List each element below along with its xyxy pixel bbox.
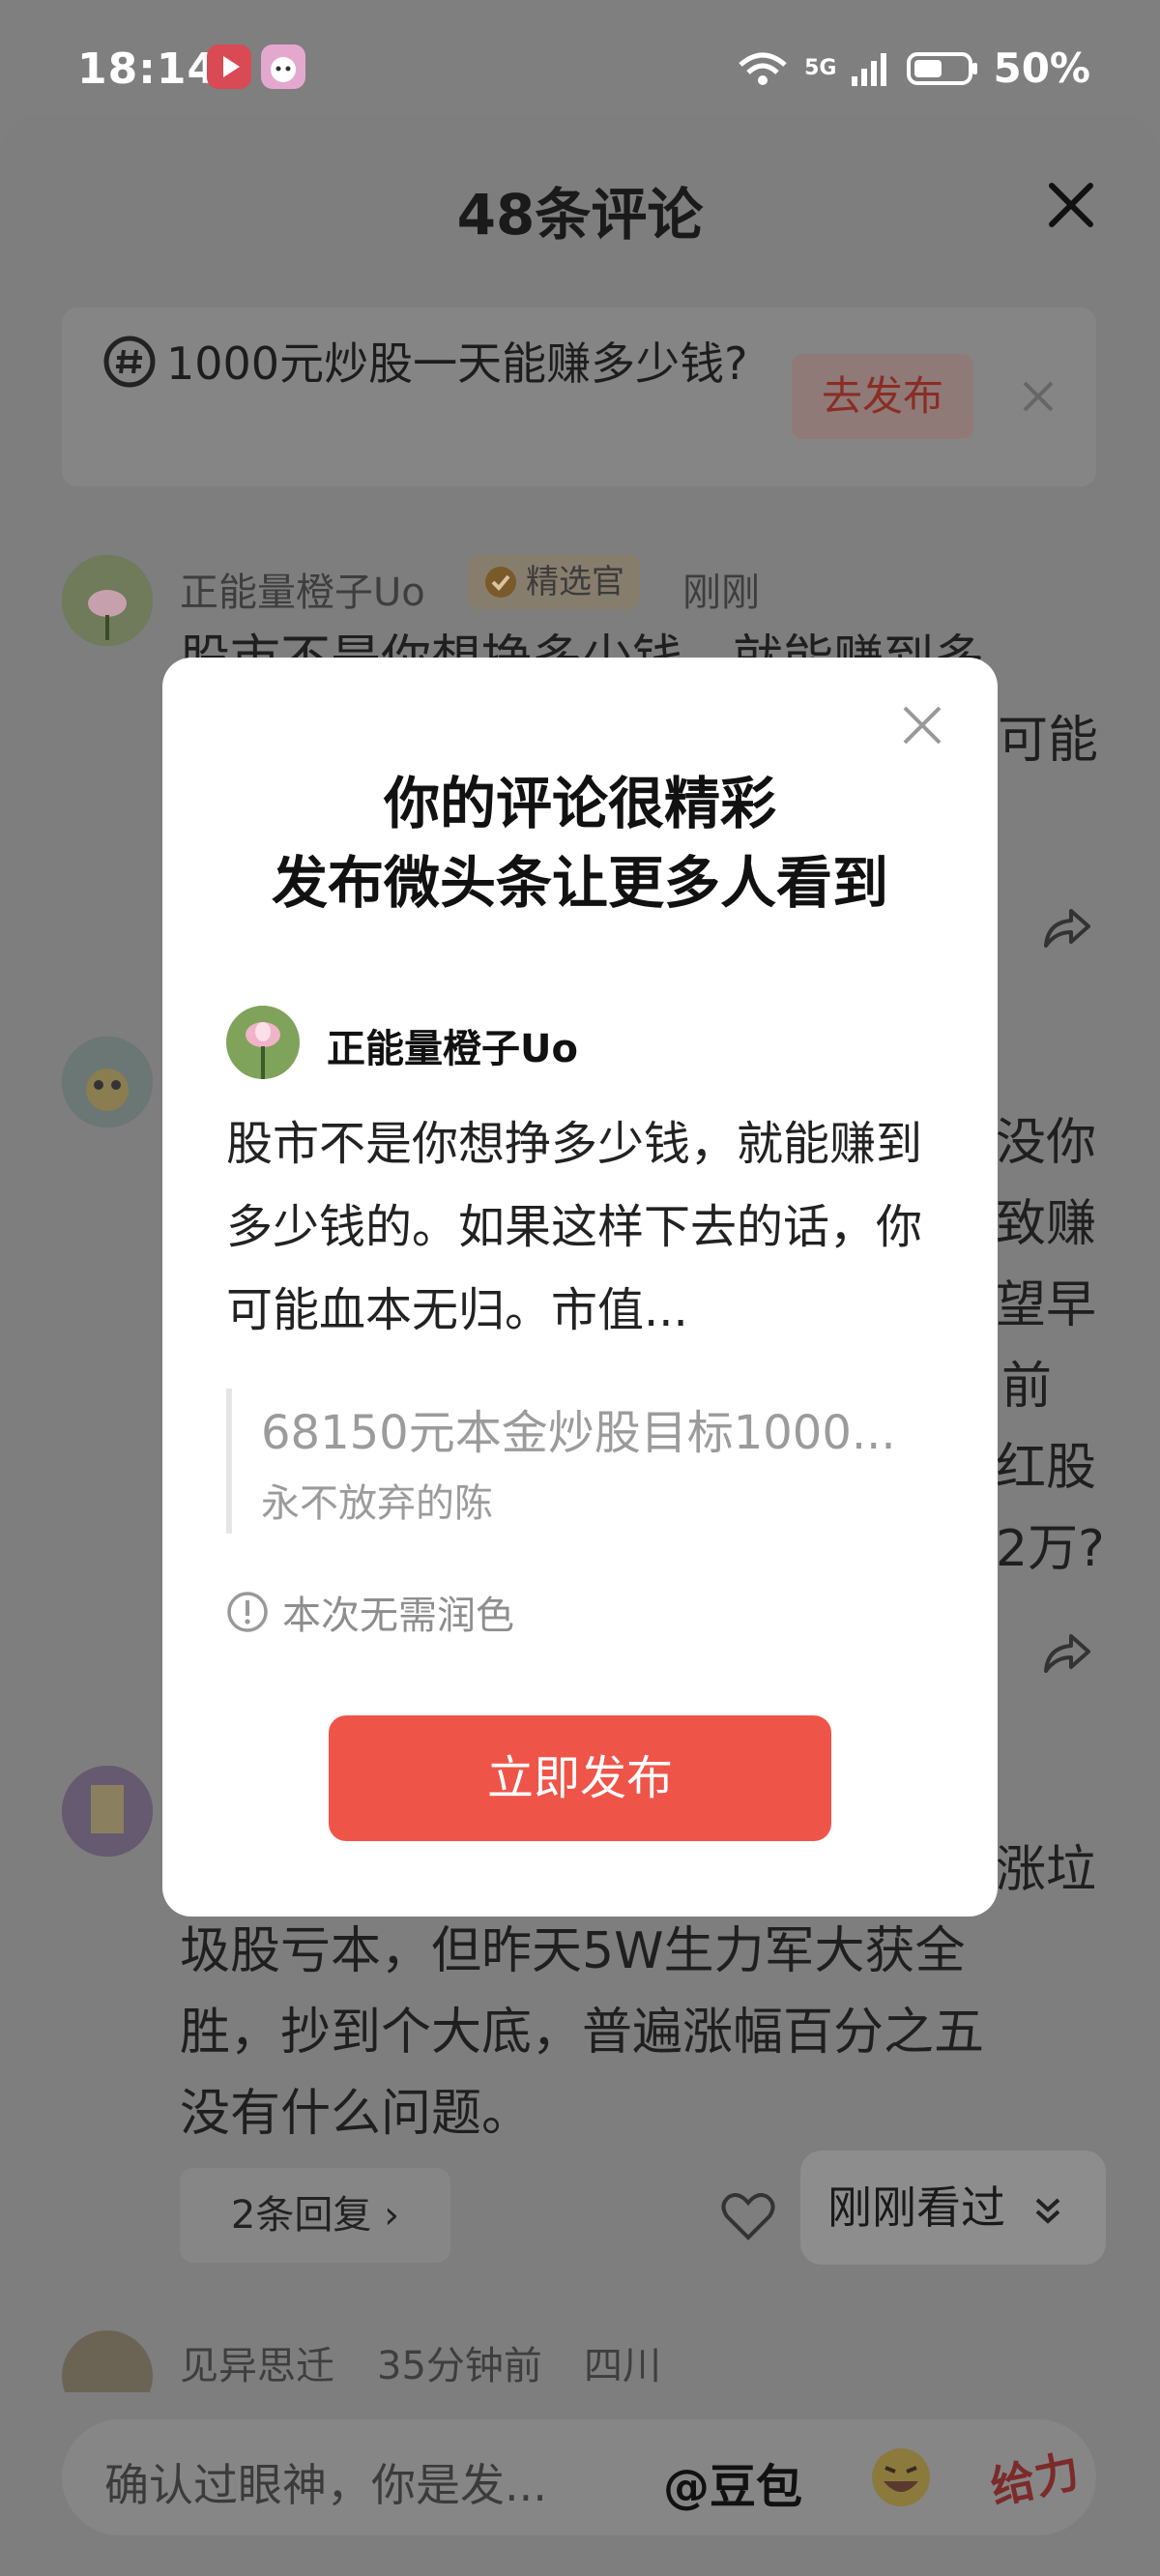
- comment-text: 圾股亏本，但昨天5W生力军大获全: [180, 1922, 966, 1980]
- dialog-close-button[interactable]: [899, 702, 945, 748]
- laughing-emoji-icon: [872, 2448, 930, 2506]
- comment-time: 35分钟前: [377, 2344, 542, 2388]
- check-shield-icon: [485, 567, 516, 598]
- status-indicators: 5G 50%: [735, 44, 1090, 92]
- close-icon: [903, 706, 942, 745]
- comment-text-tail: 涨垃: [996, 1841, 1097, 1899]
- comment-text: 胜，抄到个大底，普遍涨幅百分之五: [180, 2004, 985, 2062]
- dialog-title-line2: 发布微头条让更多人看到: [271, 850, 888, 916]
- share-button[interactable]: [1040, 1625, 1094, 1683]
- close-sheet-button[interactable]: [1040, 174, 1102, 236]
- sheet-title: 48条评论: [456, 182, 704, 248]
- close-icon: [1023, 381, 1054, 412]
- close-icon: [1049, 183, 1093, 227]
- status-bar: 18:14 5G 50%: [0, 0, 1160, 135]
- dialog-username: 正能量橙子Uo: [327, 1027, 578, 1071]
- avatar: [226, 1006, 300, 1079]
- share-icon: [1044, 909, 1090, 948]
- comment-text-tail: 可能: [998, 712, 1099, 770]
- comment-author[interactable]: 正能量橙子Uo: [180, 561, 425, 617]
- comment-text-tail: 2万?: [996, 1520, 1105, 1578]
- lotus-avatar-icon: [226, 1006, 300, 1079]
- avatar[interactable]: [62, 1766, 153, 1857]
- share-icon: [1044, 1634, 1090, 1673]
- battery-level: 50%: [993, 44, 1090, 92]
- dialog-title-line1: 你的评论很精彩: [383, 771, 776, 836]
- dialog-comment-text: 股市不是你想挣多少钱，就能赚到多少钱的。如果这样下去的话，你可能血本无归。市值.…: [226, 1117, 923, 1337]
- recently-viewed-button[interactable]: 刚刚看过: [800, 2151, 1106, 2265]
- comment-text-tail: 致赚: [996, 1195, 1097, 1253]
- heart-icon: [721, 2193, 775, 2240]
- monster-avatar-icon: [62, 1037, 153, 1127]
- video-app-icon: [207, 44, 251, 89]
- publish-now-button[interactable]: 立即发布: [329, 1715, 831, 1841]
- mention-doubao-button[interactable]: @豆包: [663, 2448, 802, 2516]
- comment-input-placeholder: 确认过眼神，你是发...: [104, 2459, 547, 2511]
- give-strength-button[interactable]: 给力: [984, 2436, 1085, 2517]
- share-button[interactable]: [1040, 899, 1094, 957]
- comment-text: 没有什么问题。: [180, 2085, 533, 2143]
- quoted-article-author: 永不放弃的陈: [261, 1481, 493, 1526]
- avatar[interactable]: [62, 1037, 153, 1127]
- comment-location: 四川: [584, 2344, 661, 2388]
- topic-text: 1000元炒股一天能赚多少钱?: [102, 331, 779, 396]
- double-chevron-down-icon: [1035, 2198, 1059, 2224]
- signal-icon: [852, 52, 887, 86]
- polish-notice-text: 本次无需润色: [282, 1594, 514, 1638]
- hashtag-icon: [103, 336, 156, 388]
- comment-input[interactable]: 确认过眼神，你是发... @豆包 给力: [62, 2419, 1096, 2535]
- comment-text-tail: 前: [1001, 1358, 1053, 1416]
- view-replies-button[interactable]: 2条回复 ›: [180, 2168, 450, 2263]
- battery-icon: [907, 51, 978, 85]
- comment-text-tail: 望早: [996, 1276, 1097, 1334]
- info-icon: [227, 1592, 268, 1632]
- character-avatar-icon: [62, 1766, 153, 1857]
- comment-text-tail: 红股: [996, 1439, 1097, 1497]
- topic-close-button[interactable]: [1019, 377, 1058, 416]
- emoji-button[interactable]: [866, 2443, 936, 2516]
- avatar[interactable]: [62, 555, 153, 646]
- publish-dialog: 你的评论很精彩 发布微头条让更多人看到 正能量橙子Uo 股市不是你想挣多少钱，就…: [162, 658, 998, 1917]
- quoted-article-title: 68150元本金炒股目标1000...: [261, 1406, 896, 1460]
- selected-badge: 精选官: [468, 555, 640, 609]
- topic-card[interactable]: 1000元炒股一天能赚多少钱? 去发布: [62, 307, 1096, 486]
- topic-label: 1000元炒股一天能赚多少钱?: [166, 337, 748, 390]
- comment-time: 刚刚: [682, 571, 760, 615]
- polish-notice: 本次无需润色: [226, 1584, 514, 1640]
- doubao-app-icon: [261, 44, 305, 89]
- comment-author[interactable]: 见异思迁: [180, 2334, 334, 2390]
- topic-publish-button[interactable]: 去发布: [792, 354, 973, 439]
- quoted-article: 68150元本金炒股目标1000... 永不放弃的陈: [226, 1389, 938, 1534]
- badge-label: 精选官: [526, 563, 624, 601]
- dialog-title: 你的评论很精彩 发布微头条让更多人看到: [162, 764, 998, 922]
- network-label: 5G: [804, 56, 837, 80]
- status-time: 18:14: [77, 44, 218, 94]
- like-button[interactable]: [719, 2189, 777, 2247]
- comment-text-tail: 没你: [996, 1114, 1097, 1172]
- lotus-avatar-icon: [62, 555, 153, 646]
- wifi-icon: [739, 52, 787, 85]
- recently-viewed-label: 刚刚看过: [827, 2181, 1005, 2234]
